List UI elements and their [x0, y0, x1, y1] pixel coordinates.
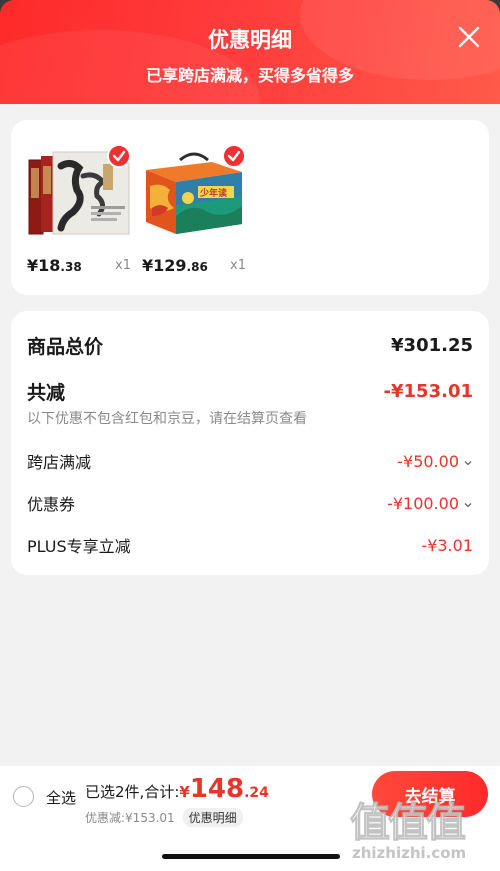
cross-store-discount-row[interactable]: 跨店满减 -¥50.00 [27, 449, 473, 473]
checkout-button[interactable]: 去结算 [372, 771, 488, 817]
discount-value: -¥100.00 [387, 494, 473, 513]
home-indicator [162, 854, 340, 859]
total-reduction-value: -¥153.01 [383, 381, 473, 402]
reduction-note: 以下优惠不包含红包和京豆，请在结算页查看 [27, 411, 307, 427]
discount-label: 优惠券 [27, 495, 76, 514]
product-item[interactable]: ¥18 .38 x1 [27, 144, 137, 275]
product-quantity: x1 [115, 258, 131, 273]
product-quantity: x1 [230, 258, 246, 273]
select-all-label[interactable]: 全选 [46, 787, 76, 808]
total-label: 合计: [144, 783, 180, 801]
discount-amount: -¥100.00 [387, 493, 459, 513]
gift-box-thumbnail[interactable]: 少年读 [142, 144, 246, 234]
total-reduction-row: 共减 -¥153.01 [27, 378, 473, 405]
goods-total-row: 商品总价 ¥301.25 [27, 332, 473, 359]
svg-text:少年读: 少年读 [199, 187, 227, 199]
selected-count: 已选2件, [85, 783, 145, 801]
close-icon[interactable] [456, 24, 482, 50]
discount-value: -¥3.01 [421, 536, 473, 555]
chevron-down-icon[interactable] [463, 494, 473, 513]
discount-summary: 优惠减:¥153.01 优惠明细 [85, 808, 243, 827]
product-price: ¥18 .38 [27, 256, 82, 275]
goods-total-label: 商品总价 [27, 336, 104, 358]
discount-amount: -¥50.00 [397, 451, 459, 471]
discount-detail-header: 优惠明细 已享跨店满减，买得多省得多 [0, 0, 500, 104]
goods-total-value: ¥301.25 [391, 335, 473, 356]
price-integer: ¥18 [27, 256, 61, 275]
discount-amount-text: 优惠减:¥153.01 [85, 811, 175, 825]
total-decimal: .24 [244, 785, 269, 801]
product-list-card: ¥18 .38 x1 少年读 ¥129 .86 x1 [11, 120, 489, 295]
coupon-discount-row[interactable]: 优惠券 -¥100.00 [27, 491, 473, 515]
total-currency: ¥ [179, 783, 190, 801]
price-summary-card: 商品总价 ¥301.25 共减 -¥153.01 以下优惠不包含红包和京豆，请在… [11, 311, 489, 575]
total-reduction-label: 共减 [27, 382, 66, 404]
discount-value: -¥50.00 [397, 452, 473, 471]
product-price: ¥129 .86 [142, 256, 208, 275]
chevron-down-icon[interactable] [463, 452, 473, 471]
page-title: 优惠明细 [208, 28, 292, 52]
discount-label: 跨店满减 [27, 453, 92, 472]
price-integer: ¥129 [142, 256, 187, 275]
price-decimal: .86 [186, 260, 208, 274]
plus-discount-row: PLUS专享立减 -¥3.01 [27, 533, 473, 557]
checkout-bar: 全选 已选2件, 合计: ¥ 148 .24 优惠减:¥153.01 优惠明细 … [0, 766, 500, 871]
total-summary: 已选2件, 合计: ¥ 148 .24 [85, 774, 269, 804]
checked-icon[interactable] [107, 144, 131, 168]
discount-amount: -¥3.01 [421, 535, 473, 555]
checked-icon[interactable] [222, 144, 246, 168]
price-decimal: .38 [60, 260, 82, 274]
product-item[interactable]: 少年读 ¥129 .86 x1 [142, 144, 252, 275]
page-subtitle: 已享跨店满减，买得多省得多 [145, 66, 354, 85]
book-set-thumbnail[interactable] [27, 144, 131, 235]
discount-detail-button[interactable]: 优惠明细 [182, 808, 243, 827]
discount-label: PLUS专享立减 [27, 537, 131, 556]
select-all-checkbox[interactable] [13, 786, 34, 807]
total-integer: 148 [189, 774, 245, 804]
